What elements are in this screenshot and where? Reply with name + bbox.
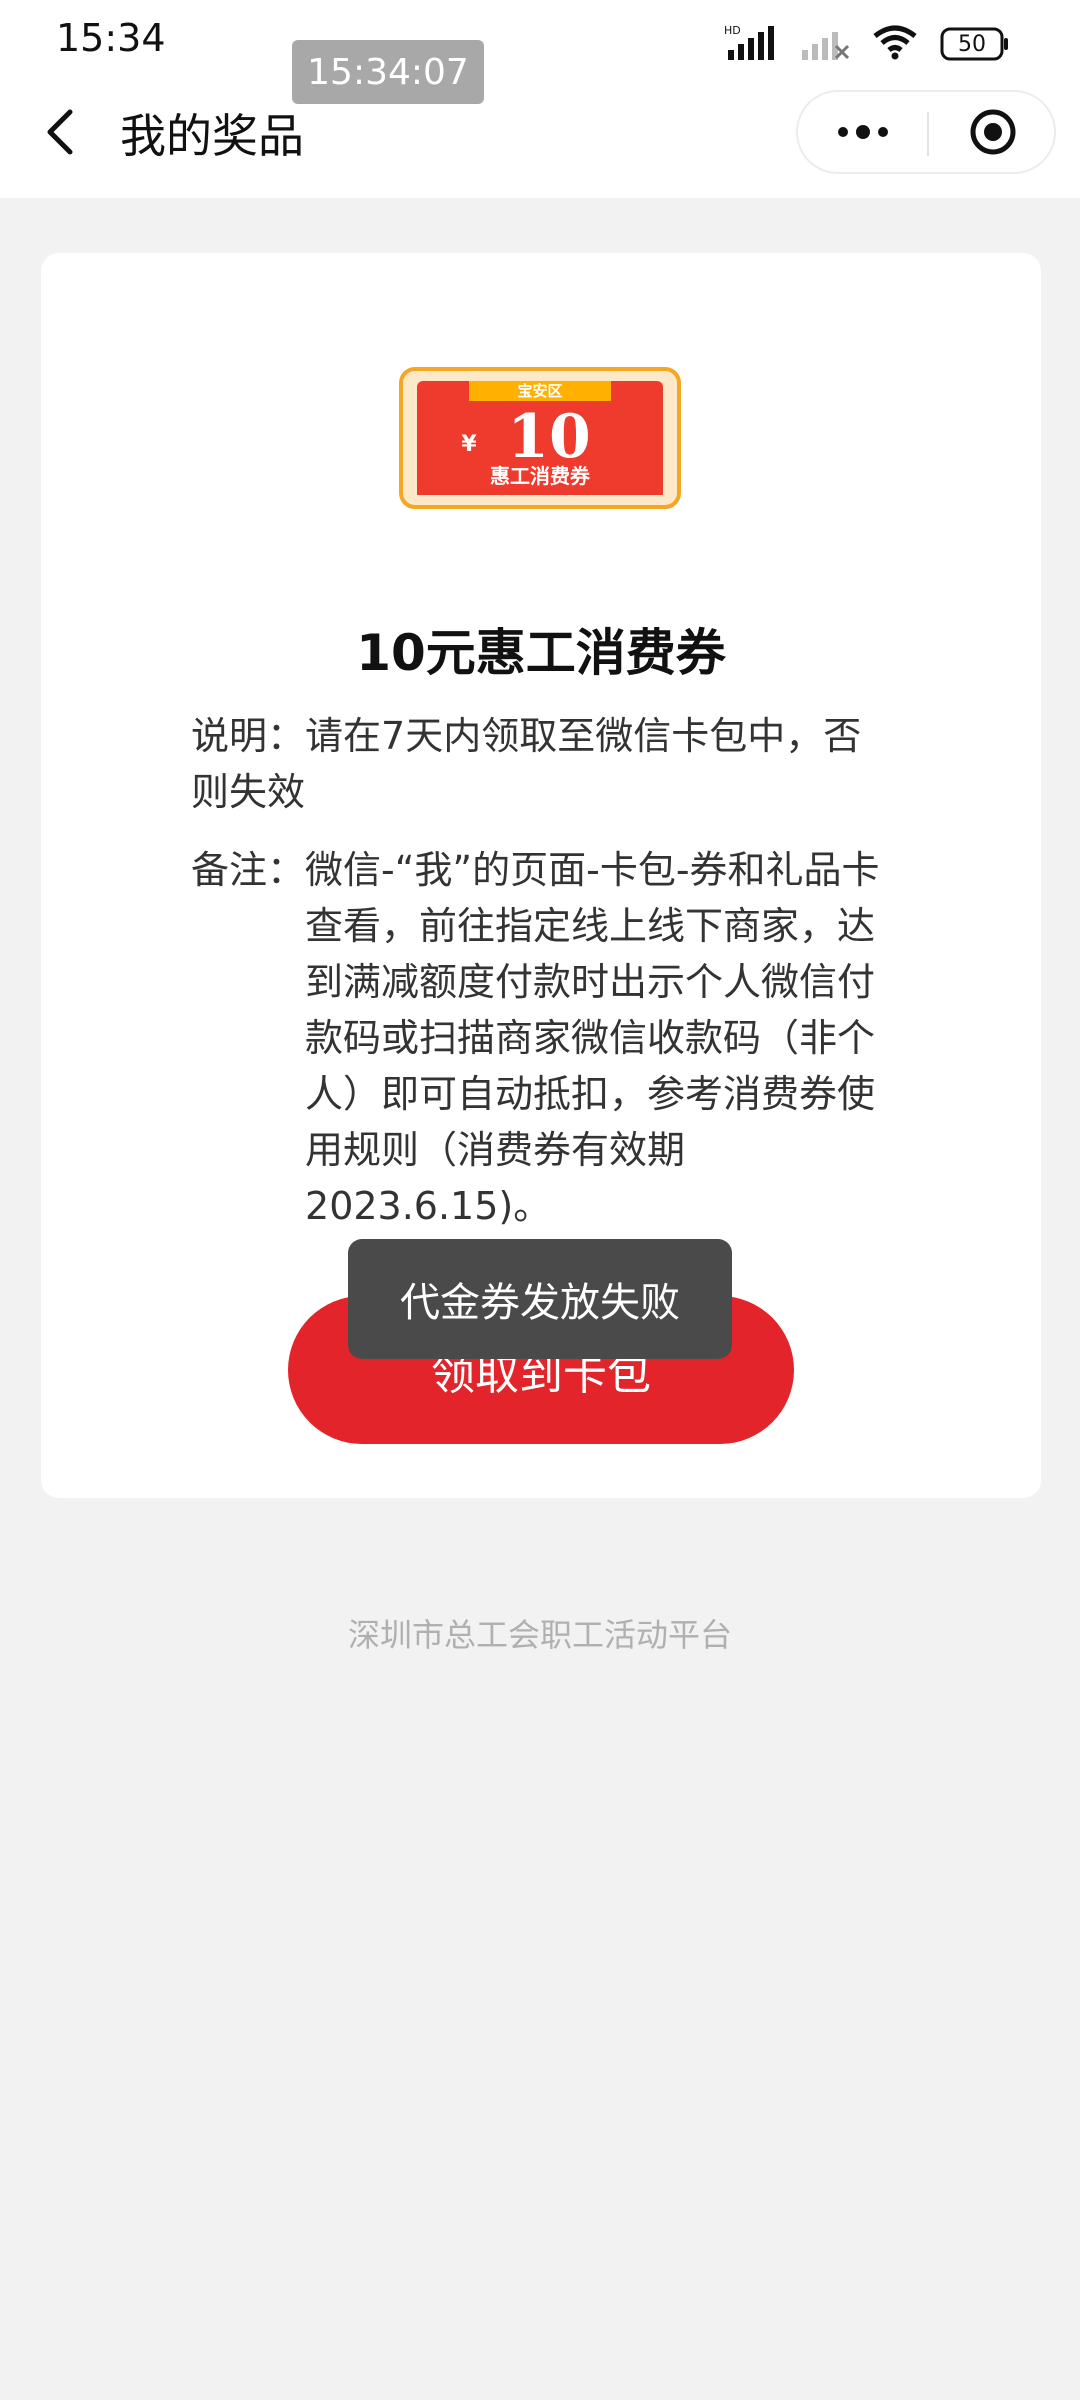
coupon-district: 宝安区 <box>517 382 562 400</box>
wifi-icon <box>872 24 918 64</box>
coupon-image: 宝安区 ¥ 10 惠工消费券 <box>399 367 681 509</box>
chevron-left-icon <box>47 109 73 155</box>
mini-program-capsule <box>796 90 1056 174</box>
status-bar: 15:34 HD 50 <box>0 0 1080 80</box>
battery-icon: 50 <box>940 27 1010 61</box>
note-label: 备注： <box>191 848 306 892</box>
time-overlay: 15:34:07 <box>292 40 484 104</box>
network-type-label: HD <box>724 24 741 37</box>
error-toast: 代金券发放失败 <box>348 1239 732 1359</box>
note-text: 微信-“我”的页面-卡包-券和礼品卡查看，前往指定线上线下商家，达到满减额度付款… <box>305 848 880 1228</box>
capsule-divider <box>927 112 929 156</box>
signal-secondary-icon <box>800 24 850 64</box>
prize-details: 说明：请在7天内领取至微信卡包中，否则失效 备注： 微信-“我”的页面-卡包-券… <box>191 708 891 1256</box>
signal-icon: HD <box>724 24 778 64</box>
close-mini-program-button[interactable] <box>948 102 1038 162</box>
target-close-icon <box>970 109 1016 155</box>
prize-title: 10元惠工消费券 <box>356 624 726 682</box>
description-row: 说明：请在7天内领取至微信卡包中，否则失效 <box>191 708 891 820</box>
note-row: 备注： 微信-“我”的页面-卡包-券和礼品卡查看，前往指定线上线下商家，达到满减… <box>191 842 891 1234</box>
coupon-amount: 10 <box>507 402 591 472</box>
coupon-name: 惠工消费券 <box>490 464 591 488</box>
more-dots-icon <box>838 125 888 139</box>
more-button[interactable] <box>818 102 908 162</box>
page-title: 我的奖品 <box>120 109 304 163</box>
battery-level: 50 <box>958 31 986 57</box>
status-time: 15:34 <box>56 16 166 60</box>
footer-text: 深圳市总工会职工活动平台 <box>347 1616 732 1654</box>
coupon-currency: ¥ <box>461 432 477 457</box>
status-icons: HD 50 <box>724 24 1010 64</box>
description-label: 说明： <box>191 714 306 758</box>
nav-bar: 我的奖品 <box>0 80 1080 198</box>
back-button[interactable] <box>30 102 90 162</box>
